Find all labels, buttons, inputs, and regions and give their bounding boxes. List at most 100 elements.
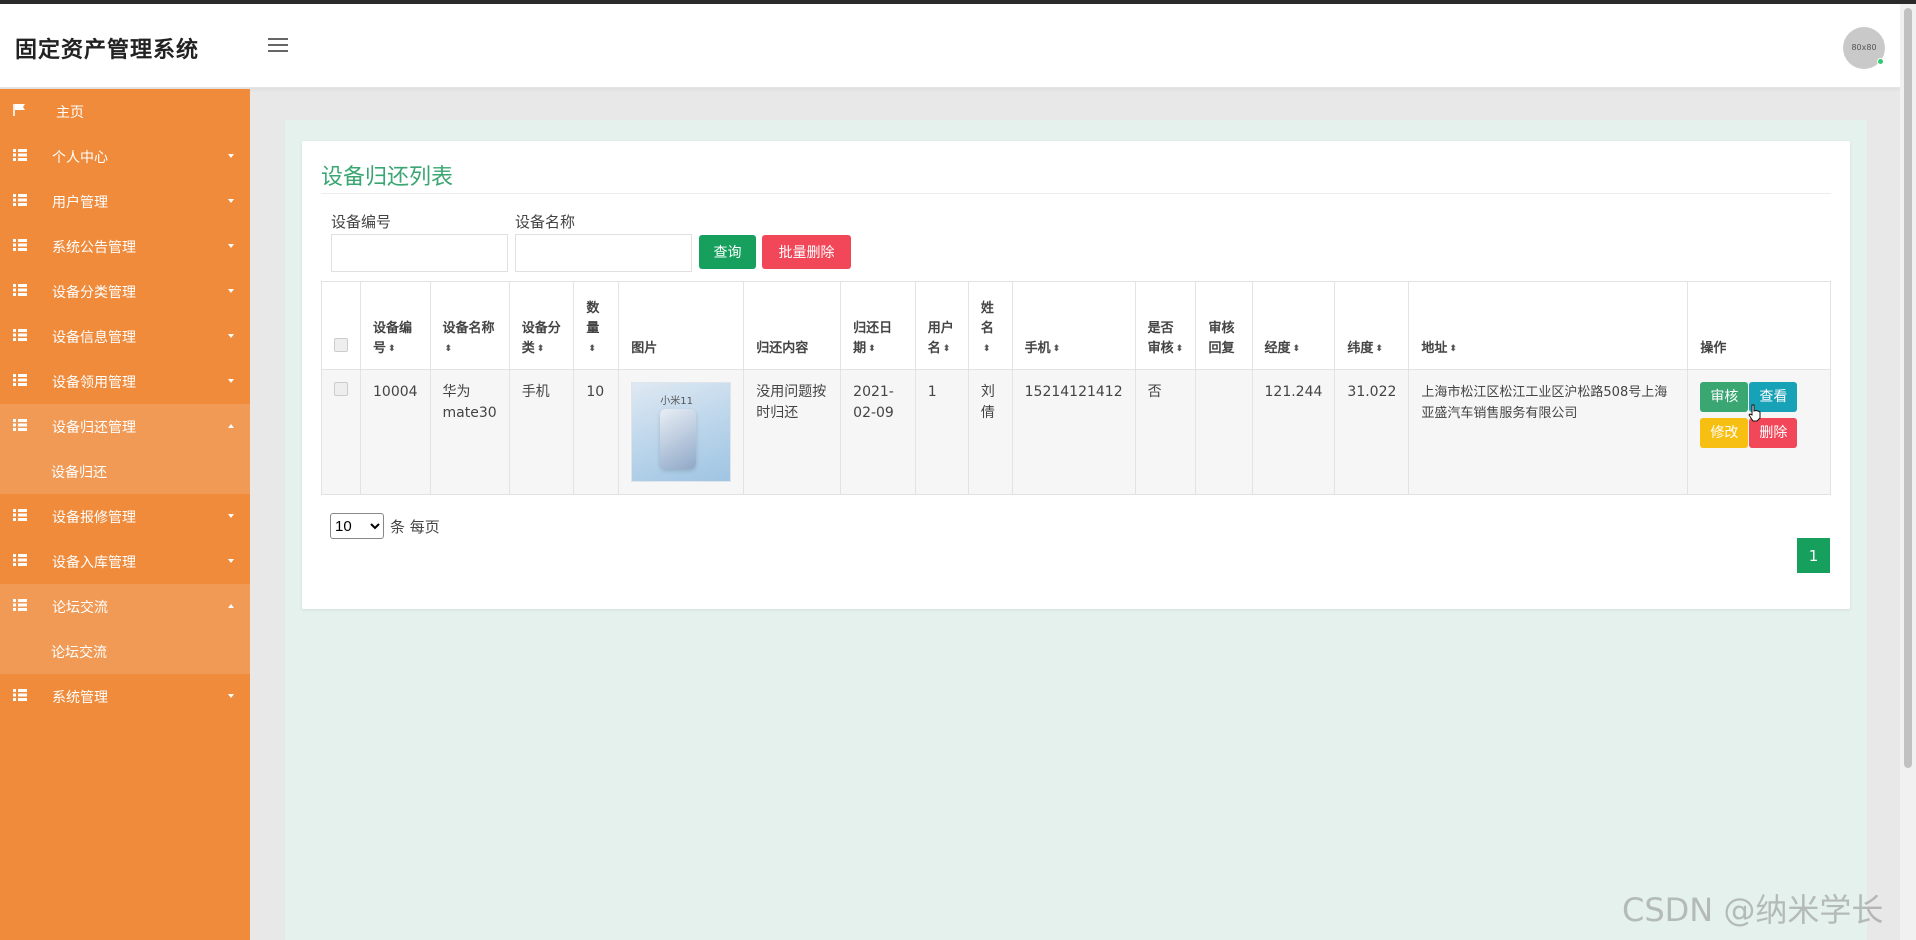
header-realname[interactable]: 姓名⬍ [967, 281, 1013, 370]
pagination-page-1[interactable]: 1 [1797, 538, 1830, 573]
sidebar-item-label: 设备领用管理 [52, 374, 136, 391]
sidebar-item-user-management[interactable]: 用户管理 [0, 179, 250, 224]
header-date[interactable]: 归还日期 ⬍ [840, 281, 916, 370]
chevron-up-icon [228, 424, 234, 428]
device-code-label: 设备编号 [331, 213, 392, 231]
sidebar-item-label: 设备信息管理 [52, 329, 136, 346]
sidebar-item-label: 论坛交流 [52, 599, 108, 616]
batch-delete-button[interactable]: 批量删除 [762, 235, 851, 269]
sidebar-item-label: 用户管理 [52, 194, 108, 211]
sidebar-item-home[interactable]: 主页 [0, 89, 250, 134]
sidebar-item-label: 设备入库管理 [52, 554, 136, 571]
sort-icon: ⬍ [1175, 343, 1184, 354]
cell-longitude: 121.244 [1251, 369, 1336, 495]
cell-realname: 刘倩 [967, 369, 1013, 495]
page-size-suffix: 条 每页 [390, 517, 440, 536]
chevron-down-icon [228, 244, 234, 248]
grid-icon [13, 599, 27, 611]
query-button[interactable]: 查询 [699, 235, 756, 269]
sort-icon: ⬍ [536, 343, 545, 354]
grid-icon [13, 284, 27, 296]
sidebar-item-announcements[interactable]: 系统公告管理 [0, 224, 250, 269]
sidebar-item-personal-center[interactable]: 个人中心 [0, 134, 250, 179]
row-select-cell[interactable] [321, 369, 361, 495]
sidebar-item-device-info[interactable]: 设备信息管理 [0, 314, 250, 359]
cell-date: 2021-02-09 [840, 369, 916, 495]
grid-icon [13, 689, 27, 701]
header-audited[interactable]: 是否审核 ⬍ [1134, 281, 1197, 370]
page-size-select[interactable]: 10 [330, 513, 384, 539]
device-name-label: 设备名称 [515, 213, 576, 231]
select-all-checkbox[interactable] [334, 338, 348, 352]
sidebar-item-device-borrow[interactable]: 设备领用管理 [0, 359, 250, 404]
header-latitude[interactable]: 纬度 ⬍ [1334, 281, 1410, 370]
header-username[interactable]: 用户名 ⬍ [914, 281, 969, 370]
cell-image: 小米11 [618, 369, 745, 495]
title-divider [321, 193, 1831, 194]
flag-icon [13, 104, 25, 116]
data-table: 设备编号 ⬍ 设备名称⬍ 设备分类 ⬍ 数量⬍ 图片 归还内容 归还日期 ⬍ 用户名 ⬍… [321, 281, 1831, 495]
sidebar-item-label: 设备归还管理 [52, 419, 136, 436]
header-address[interactable]: 地址 ⬍ [1408, 281, 1689, 370]
online-status-dot [1877, 58, 1884, 65]
grid-icon [13, 329, 27, 341]
phone-image [660, 409, 697, 469]
device-name-input[interactable] [515, 234, 692, 272]
grid-icon [13, 239, 27, 251]
header-image: 图片 [618, 281, 745, 370]
sort-icon: ⬍ [444, 343, 453, 354]
header-select-all[interactable] [321, 281, 361, 370]
sidebar-item-label: 主页 [56, 104, 84, 121]
sort-icon: ⬍ [982, 343, 991, 354]
cell-quantity: 10 [573, 369, 620, 495]
header-category[interactable]: 设备分类 ⬍ [508, 281, 575, 370]
menu-toggle-icon[interactable] [268, 38, 288, 54]
cell-code: 10004 [360, 369, 431, 495]
chevron-down-icon [228, 289, 234, 293]
sidebar-item-device-category[interactable]: 设备分类管理 [0, 269, 250, 314]
avatar[interactable]: 80x80 [1843, 27, 1885, 69]
header-content: 归还内容 [743, 281, 842, 370]
header-longitude[interactable]: 经度 ⬍ [1251, 281, 1336, 370]
sidebar-item-system[interactable]: 系统管理 [0, 674, 250, 719]
sort-icon: ⬍ [942, 343, 951, 354]
sidebar-item-device-return[interactable]: 设备归还管理 [0, 404, 250, 449]
edit-button[interactable]: 修改 [1700, 418, 1749, 448]
scrollbar-thumb[interactable] [1904, 8, 1912, 768]
header-name[interactable]: 设备名称⬍ [429, 281, 510, 370]
header-phone[interactable]: 手机 ⬍ [1011, 281, 1136, 370]
cell-actions: 审核 查看 修改 删除 [1687, 369, 1831, 495]
sidebar-item-device-stock-in[interactable]: 设备入库管理 [0, 539, 250, 584]
cell-address: 上海市松江区松江工业区沪松路508号上海亚盛汽车销售服务有限公司 [1408, 369, 1689, 495]
header-code[interactable]: 设备编号 ⬍ [360, 281, 431, 370]
sidebar-item-label: 系统公告管理 [52, 239, 136, 256]
delete-button[interactable]: 删除 [1749, 418, 1798, 448]
action-group: 审核 查看 修改 删除 [1700, 382, 1810, 462]
table-header-row: 设备编号 ⬍ 设备名称⬍ 设备分类 ⬍ 数量⬍ 图片 归还内容 归还日期 ⬍ 用户名 ⬍… [321, 281, 1831, 370]
chevron-down-icon [228, 379, 234, 383]
cell-category: 手机 [508, 369, 575, 495]
sidebar-item-label: 设备分类管理 [52, 284, 136, 301]
grid-icon [13, 194, 27, 206]
cell-latitude: 31.022 [1334, 369, 1410, 495]
app-title: 固定资产管理系统 [15, 38, 200, 63]
sidebar-item-forum[interactable]: 论坛交流 [0, 584, 250, 629]
cell-phone: 15214121412 [1011, 369, 1136, 495]
chevron-down-icon [228, 514, 234, 518]
vertical-scrollbar[interactable] [1900, 4, 1916, 940]
audit-button[interactable]: 审核 [1700, 382, 1749, 412]
sidebar-item-label: 个人中心 [52, 149, 108, 166]
device-code-input[interactable] [331, 234, 508, 272]
header-reply: 审核回复 [1195, 281, 1253, 370]
sidebar-item-device-repair[interactable]: 设备报修管理 [0, 494, 250, 539]
cell-audited: 否 [1134, 369, 1197, 495]
sidebar-subitem-device-return[interactable]: 设备归还 [0, 449, 250, 494]
device-thumbnail[interactable]: 小米11 [631, 382, 732, 482]
row-checkbox[interactable] [334, 382, 348, 396]
sidebar-subitem-forum[interactable]: 论坛交流 [0, 629, 250, 674]
header-quantity[interactable]: 数量⬍ [573, 281, 620, 370]
cell-name: 华为mate30 [429, 369, 510, 495]
avatar-text: 80x80 [1851, 43, 1877, 52]
grid-icon [13, 554, 27, 566]
cell-reply [1195, 369, 1253, 495]
